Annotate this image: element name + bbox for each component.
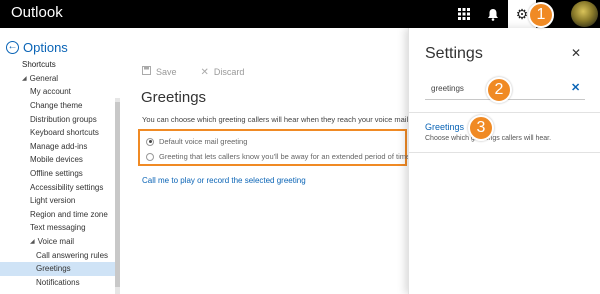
option-label: Greeting that lets callers know you'll b… <box>159 152 411 161</box>
sidebar-item-label: Keyboard shortcuts <box>30 128 99 138</box>
app-title[interactable]: Outlook <box>11 4 63 21</box>
sidebar-item-label: Light version <box>30 196 76 206</box>
options-heading: Options <box>23 40 68 55</box>
sidebar-item-region-time-zone[interactable]: Region and time zone <box>0 208 116 222</box>
sidebar-item-offline-settings[interactable]: Offline settings <box>0 167 116 181</box>
discard-button[interactable]: ✕ Discard <box>201 66 245 78</box>
sidebar-item-label: General <box>29 73 59 83</box>
sidebar-item-label: Notifications <box>36 277 80 287</box>
sidebar-item-notifications[interactable]: Notifications <box>0 276 116 290</box>
sidebar-item-label: Call answering rules <box>36 250 109 260</box>
sidebar-item-mobile-devices[interactable]: Mobile devices <box>0 153 116 167</box>
sidebar-item-text-messaging[interactable]: Text messaging <box>0 221 116 235</box>
sidebar-item-label: Text messaging <box>30 223 86 233</box>
top-bar: Outlook ⚙ <box>0 0 600 28</box>
save-label: Save <box>156 67 177 77</box>
sidebar-item-manage-add-ins[interactable]: Manage add-ins <box>0 140 116 154</box>
close-icon: ✕ <box>200 66 209 78</box>
call-me-link[interactable]: Call me to play or record the selected g… <box>142 176 306 185</box>
options-sidebar: ← Options Shortcuts ◢ General My account … <box>0 28 122 294</box>
settings-panel: Settings ✕ ✕ Greetings Choose which gree… <box>408 28 600 294</box>
sidebar-item-shortcuts[interactable]: Shortcuts <box>0 58 116 72</box>
extended-absence-option[interactable]: Greeting that lets callers know you'll b… <box>146 152 410 161</box>
sidebar-item-label: Change theme <box>30 101 83 111</box>
sidebar-item-light-version[interactable]: Light version <box>0 194 116 208</box>
radio-button[interactable] <box>146 152 154 161</box>
sidebar-item-distribution-groups[interactable]: Distribution groups <box>0 112 116 126</box>
sidebar-item-accessibility-settings[interactable]: Accessibility settings <box>0 180 116 194</box>
options-nav: Shortcuts ◢ General My account Change the… <box>0 58 116 289</box>
save-button[interactable]: Save <box>142 66 177 78</box>
discard-label: Discard <box>213 67 245 77</box>
sidebar-item-label: Accessibility settings <box>30 182 104 192</box>
search-result-greetings[interactable]: Greetings <box>425 122 464 132</box>
sidebar-item-label: Distribution groups <box>30 114 97 124</box>
clear-search-icon[interactable]: ✕ <box>571 81 580 94</box>
save-icon <box>142 66 151 78</box>
expand-caret-icon[interactable]: ◢ <box>22 75 27 82</box>
avatar[interactable] <box>571 1 598 27</box>
scrollbar-thumb[interactable] <box>115 102 120 287</box>
page-title: Greetings <box>141 89 207 106</box>
sidebar-item-label: Voice mail <box>37 237 75 247</box>
sidebar-item-label: Shortcuts <box>22 60 56 70</box>
sidebar-item-label: My account <box>30 87 71 97</box>
callout-1: 1 <box>528 2 554 28</box>
greeting-options-highlight: Default voice mail greeting Greeting tha… <box>138 129 410 166</box>
greetings-pane: Save ✕ Discard Greetings You can choose … <box>122 28 411 294</box>
sidebar-item-label: Offline settings <box>30 169 83 179</box>
expand-caret-icon[interactable]: ◢ <box>30 238 35 245</box>
sidebar-item-label: Region and time zone <box>30 209 108 219</box>
options-back[interactable]: ← Options <box>6 40 68 55</box>
sidebar-item-voice-mail[interactable]: ◢ Voice mail <box>0 235 116 249</box>
sidebar-item-my-account[interactable]: My account <box>0 85 116 99</box>
page-description: You can choose which greeting callers wi… <box>142 115 411 124</box>
settings-title: Settings <box>425 45 483 62</box>
sidebar-item-label: Greetings <box>36 264 71 274</box>
sidebar-item-label: Manage add-ins <box>30 141 88 151</box>
callout-3: 3 <box>468 115 494 141</box>
action-bar: Save ✕ Discard <box>142 66 268 78</box>
sidebar-item-change-theme[interactable]: Change theme <box>0 99 116 113</box>
radio-button-checked[interactable] <box>146 137 154 146</box>
sidebar-scrollbar[interactable] <box>115 98 120 294</box>
back-arrow-icon[interactable]: ← <box>6 41 19 54</box>
divider <box>409 112 600 113</box>
bell-icon[interactable] <box>479 0 507 28</box>
sidebar-item-call-answering-rules[interactable]: Call answering rules <box>0 248 116 262</box>
sidebar-item-general[interactable]: ◢ General <box>0 72 116 86</box>
divider <box>409 152 600 153</box>
sidebar-item-label: Mobile devices <box>30 155 83 165</box>
sidebar-item-greetings[interactable]: Greetings <box>0 261 116 276</box>
app-launcher-icon[interactable] <box>450 0 478 28</box>
callout-2: 2 <box>486 77 512 103</box>
default-greeting-option[interactable]: Default voice mail greeting <box>146 137 247 146</box>
sidebar-item-keyboard-shortcuts[interactable]: Keyboard shortcuts <box>0 126 116 140</box>
option-label: Default voice mail greeting <box>159 137 248 146</box>
close-icon[interactable]: ✕ <box>571 46 581 60</box>
